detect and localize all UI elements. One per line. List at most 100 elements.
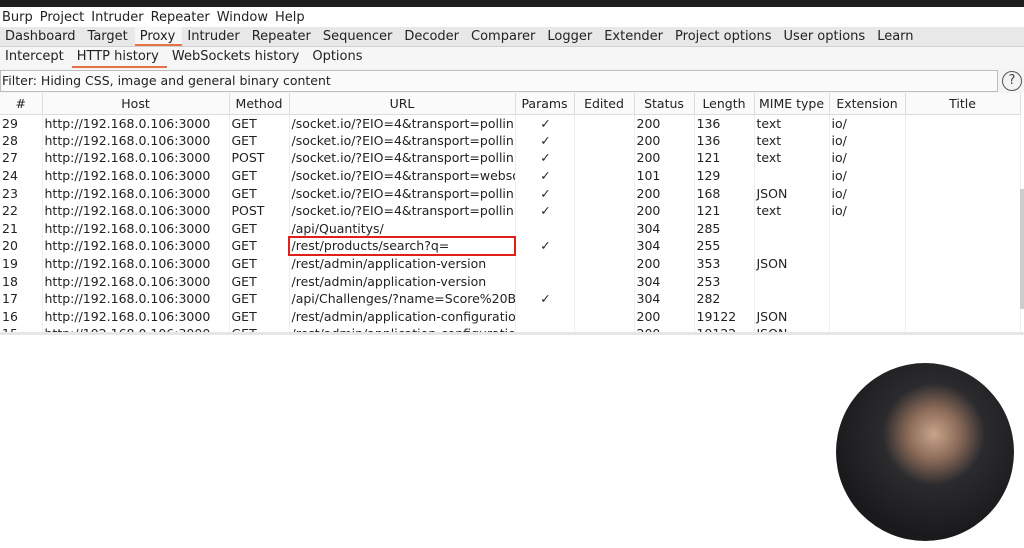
cell-params: ✓ <box>515 237 575 255</box>
table-row[interactable]: 24 http://192.168.0.106:3000 GET/socket.io… <box>0 166 1021 185</box>
column-header-extension[interactable]: Extension <box>829 93 906 115</box>
subtab-websockets-history[interactable]: WebSockets history <box>167 47 307 68</box>
window-title-bar <box>0 0 1024 7</box>
cell-edited <box>574 114 635 132</box>
column-header-params[interactable]: Params <box>515 93 575 115</box>
cell-length: 129 <box>694 166 755 185</box>
menu-help[interactable]: Help <box>275 10 305 25</box>
cell-mime-type: text <box>754 131 830 150</box>
table-row[interactable]: 29 http://192.168.0.106:3000 GET/socket.io… <box>0 114 1021 132</box>
cell-edited <box>574 201 635 220</box>
cell-title <box>905 325 1021 332</box>
tab-learn[interactable]: Learn <box>872 27 920 46</box>
cell-extension: io/ <box>829 184 906 202</box>
table-row[interactable]: 20 http://192.168.0.106:3000 GET/rest/prod… <box>0 236 1021 256</box>
cell-method: POST <box>229 149 290 167</box>
table-row[interactable]: 19 http://192.168.0.106:3000 GET/rest/admi… <box>0 254 1021 273</box>
table-row[interactable]: 27 http://192.168.0.106:3000 POST/socket.i… <box>0 149 1021 167</box>
subtab-options[interactable]: Options <box>307 47 370 68</box>
table-row[interactable]: 21 http://192.168.0.106:3000 GET/api/Quant… <box>0 219 1021 238</box>
column-header-edited[interactable]: Edited <box>574 93 635 115</box>
cell-params: ✓ <box>515 131 575 150</box>
cell-host: http://192.168.0.106:3000 <box>42 184 230 202</box>
cell-method: GET <box>229 237 290 255</box>
cell-host: http://192.168.0.106:3000 <box>42 307 230 326</box>
cell-length: 168 <box>694 184 755 202</box>
menu-burp[interactable]: Burp <box>2 10 33 25</box>
table-row[interactable]: 16 http://192.168.0.106:3000 GET/rest/admi… <box>0 307 1021 326</box>
tab-decoder[interactable]: Decoder <box>399 27 466 46</box>
cell-params: ✓ <box>515 184 575 202</box>
cell-status: 200 <box>634 254 695 273</box>
column-header-mime-type[interactable]: MIME type <box>754 93 830 115</box>
cell-status: 304 <box>634 272 695 290</box>
cell-host: http://192.168.0.106:3000 <box>42 149 230 167</box>
cell-extension <box>829 237 906 255</box>
table-row[interactable]: 22 http://192.168.0.106:3000 POST/socket.i… <box>0 201 1021 220</box>
vertical-scrollbar[interactable] <box>1020 189 1024 309</box>
cell-url: /socket.io/?EIO=4&transport=pollin... <box>289 201 516 220</box>
tab-logger[interactable]: Logger <box>542 27 599 46</box>
cell-url: /socket.io/?EIO=4&transport=webso... <box>289 166 516 185</box>
cell-host: http://192.168.0.106:3000 <box>42 131 230 150</box>
cell-mime-type <box>754 166 830 185</box>
cell-params <box>515 219 575 238</box>
tab-comparer[interactable]: Comparer <box>466 27 542 46</box>
column-header-length[interactable]: Length <box>694 93 755 115</box>
cell-params: ✓ <box>515 201 575 220</box>
tab-repeater[interactable]: Repeater <box>247 27 318 46</box>
cell-status: 200 <box>634 149 695 167</box>
tab-user-options[interactable]: User options <box>779 27 873 46</box>
cell-extension <box>829 307 906 326</box>
subtab-http-history[interactable]: HTTP history <box>71 47 167 68</box>
column-header-host[interactable]: Host <box>42 93 230 115</box>
cell-edited <box>574 166 635 185</box>
table-row[interactable]: 18 http://192.168.0.106:3000 GET/rest/admi… <box>0 272 1021 290</box>
column-header-status[interactable]: Status <box>634 93 695 115</box>
tab-project-options[interactable]: Project options <box>670 27 779 46</box>
menu-project[interactable]: Project <box>40 10 84 25</box>
column-header-method[interactable]: Method <box>229 93 290 115</box>
cell-method: GET <box>229 254 290 273</box>
tab-intruder[interactable]: Intruder <box>182 27 246 46</box>
tab-dashboard[interactable]: Dashboard <box>0 27 83 46</box>
cell-length: 121 <box>694 149 755 167</box>
cell-edited <box>574 325 635 332</box>
cell-length: 19122 <box>694 307 755 326</box>
filter-bar[interactable]: Filter: Hiding CSS, image and general bi… <box>0 69 998 92</box>
cell-number: 18 <box>0 272 43 290</box>
menu-window[interactable]: Window <box>217 10 268 25</box>
cell-params: ✓ <box>515 114 575 132</box>
tab-sequencer[interactable]: Sequencer <box>318 27 399 46</box>
cell-mime-type: JSON <box>754 184 830 202</box>
cell-method: GET <box>229 307 290 326</box>
cell-method: GET <box>229 131 290 150</box>
cell-mime-type: JSON <box>754 254 830 273</box>
tab-proxy[interactable]: Proxy <box>134 27 183 46</box>
cell-length: 121 <box>694 201 755 220</box>
cell-title <box>905 219 1021 238</box>
menu-intruder[interactable]: Intruder <box>91 10 143 25</box>
table-row[interactable]: 17 http://192.168.0.106:3000 GET/api/Chall… <box>0 289 1021 308</box>
column-header-title[interactable]: Title <box>905 93 1021 115</box>
cell-host: http://192.168.0.106:3000 <box>42 114 230 132</box>
cell-number: 17 <box>0 289 43 308</box>
cell-length: 136 <box>694 131 755 150</box>
table-row[interactable]: 23 http://192.168.0.106:3000 GET/socket.io… <box>0 184 1021 202</box>
cell-status: 304 <box>634 289 695 308</box>
column-header-url[interactable]: URL <box>289 93 516 115</box>
cell-number: 23 <box>0 184 43 202</box>
cell-url: /api/Challenges/?name=Score%20B... <box>289 289 516 308</box>
cell-host: http://192.168.0.106:3000 <box>42 237 230 255</box>
cell-extension <box>829 254 906 273</box>
menu-repeater[interactable]: Repeater <box>151 10 210 25</box>
tab-extender[interactable]: Extender <box>599 27 670 46</box>
help-icon[interactable]: ? <box>1002 70 1022 91</box>
column-header-number[interactable]: # <box>0 93 43 115</box>
table-row[interactable]: 28 http://192.168.0.106:3000 GET/socket.io… <box>0 131 1021 150</box>
tab-target[interactable]: Target <box>83 27 135 46</box>
subtab-intercept[interactable]: Intercept <box>0 47 72 68</box>
table-row[interactable]: 15 http://192.168.0.106:3000 GET/rest/admi… <box>0 325 1021 332</box>
cell-title <box>905 237 1021 255</box>
cell-url: /socket.io/?EIO=4&transport=pollin... <box>289 184 516 202</box>
